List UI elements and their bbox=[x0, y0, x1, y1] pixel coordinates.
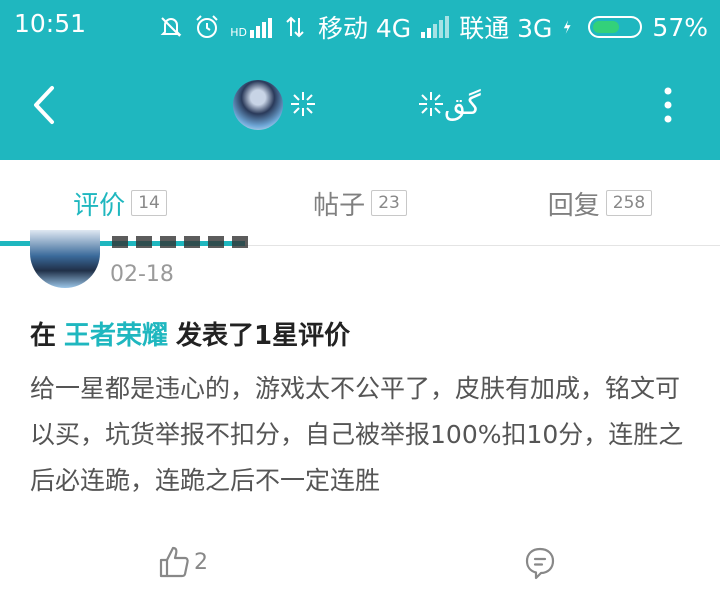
thumbs-up-icon bbox=[159, 546, 189, 578]
mute-bell-icon bbox=[160, 17, 182, 37]
hd-badge: HD bbox=[230, 26, 247, 39]
data-transfer-icon bbox=[286, 16, 304, 38]
profile-avatar[interactable] bbox=[233, 80, 283, 130]
status-icons: HD 移动 4G 联通 3G 57% bbox=[158, 9, 708, 45]
headline-suffix: 发表了1星评价 bbox=[176, 321, 351, 351]
reviewer-avatar[interactable] bbox=[30, 230, 100, 288]
sparkle-icon bbox=[291, 92, 315, 116]
reviewer-name-cropped[interactable] bbox=[112, 236, 252, 248]
like-count: 2 bbox=[194, 549, 208, 575]
like-button[interactable]: 2 bbox=[158, 545, 208, 579]
tab-posts[interactable]: 帖子 23 bbox=[240, 160, 480, 246]
game-link[interactable]: 王者荣耀 bbox=[64, 321, 168, 351]
headline-prefix: 在 bbox=[30, 321, 57, 351]
review-headline: 在王者荣耀 发表了1星评价 bbox=[30, 315, 350, 352]
tab-count-badge: 14 bbox=[131, 190, 167, 216]
signal-strength-icon bbox=[421, 16, 450, 38]
status-time: 10:51 bbox=[14, 9, 87, 38]
battery-percent: 57% bbox=[652, 12, 708, 42]
page-title: گق bbox=[444, 88, 481, 121]
charging-bolt-icon bbox=[564, 20, 572, 34]
hd-signal-icon: HD bbox=[230, 16, 272, 38]
alarm-clock-icon bbox=[196, 15, 218, 38]
battery-fill bbox=[593, 21, 620, 33]
tab-label: 回复 bbox=[547, 190, 600, 221]
battery-icon bbox=[588, 16, 643, 38]
comment-bubble-icon[interactable] bbox=[524, 546, 556, 580]
carrier1-label: 移动 4G bbox=[317, 14, 412, 43]
review-body: 给一星都是违心的，游戏太不公平了，皮肤有加成，铭文可以买，坑货举报不扣分，自己被… bbox=[30, 374, 684, 495]
tab-bar: 评价 14 帖子 23 回复 258 bbox=[0, 160, 720, 246]
back-arrow-icon[interactable] bbox=[22, 80, 66, 130]
title-bar: گق bbox=[0, 55, 720, 155]
status-bar: 10:51 HD 移动 4G 联通 3G 57% bbox=[0, 0, 720, 50]
tab-label: 评价 bbox=[73, 190, 126, 221]
more-vertical-icon[interactable] bbox=[656, 85, 680, 125]
tab-count-badge: 23 bbox=[371, 190, 407, 216]
carrier2-label: 联通 3G bbox=[459, 14, 553, 43]
sparkle-icon bbox=[419, 92, 443, 116]
tab-label: 帖子 bbox=[313, 190, 366, 221]
tab-replies[interactable]: 回复 258 bbox=[480, 160, 720, 246]
tab-count-badge: 258 bbox=[605, 190, 653, 216]
review-date: 02-18 bbox=[110, 262, 174, 287]
